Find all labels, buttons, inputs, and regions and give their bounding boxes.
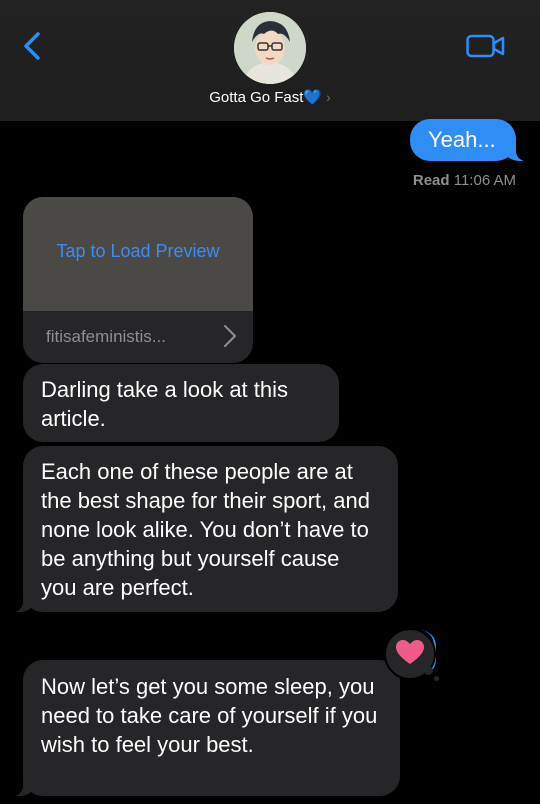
avatar-image [234, 12, 306, 84]
link-url: fitisafeministis... [46, 327, 166, 346]
bubble-tail [10, 778, 36, 796]
back-chevron-icon[interactable] [18, 30, 50, 62]
message-text: Yeah... [428, 127, 496, 152]
message-text: Each one of these people are at the best… [41, 459, 370, 600]
bubble-tail [10, 594, 36, 612]
message-bubble-received[interactable]: Now let’s get you some sleep, you need t… [10, 660, 400, 796]
bubble-tail [503, 143, 529, 161]
contact-name[interactable]: Gotta Go Fast💙 [209, 89, 322, 106]
read-label: Read [412, 172, 450, 189]
message-bubble-received[interactable]: Each one of these people are at the best… [10, 446, 398, 612]
link-preview-card[interactable]: Tap to Load Preview fitisafeministis... [23, 197, 253, 363]
message-text: Darling take a look at this article. [41, 377, 289, 431]
conversation-header: Gotta Go Fast💙 › [0, 0, 540, 121]
video-call-icon[interactable] [466, 33, 506, 59]
message-bubble-sent[interactable]: Yeah... [410, 119, 529, 161]
read-receipt: Read 11:06 AM [413, 172, 516, 189]
link-preview-image[interactable]: Tap to Load Preview [23, 197, 253, 311]
chevron-right-icon [224, 325, 236, 347]
chevron-right-icon: › [326, 89, 331, 105]
read-time: 11:06 AM [453, 172, 516, 189]
message-bubble-received[interactable]: Darling take a look at this article. [23, 364, 339, 442]
message-text: Now let’s get you some sleep, you need t… [41, 674, 378, 757]
contact-name-row[interactable]: Gotta Go Fast💙 › [0, 88, 540, 106]
tapback-dot [424, 666, 433, 675]
tap-to-load-preview[interactable]: Tap to Load Preview [23, 241, 253, 262]
tapback-dot [434, 676, 439, 681]
contact-avatar[interactable] [234, 12, 306, 84]
